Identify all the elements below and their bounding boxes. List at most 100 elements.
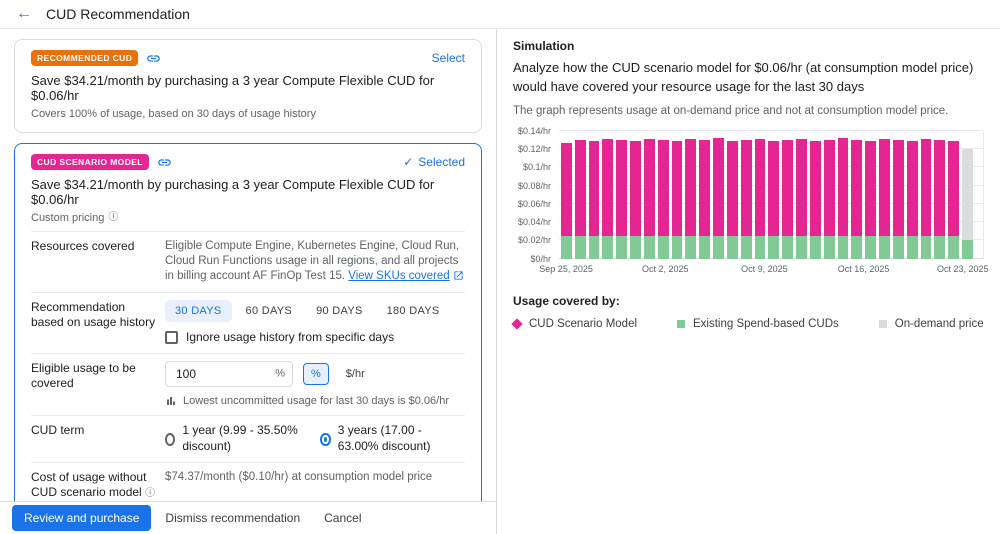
bar-segment: [768, 236, 779, 259]
usage-history-tabs: 30 DAYS 60 DAYS 90 DAYS 180 DAYS: [165, 300, 465, 323]
bar-segment: [561, 143, 572, 236]
usage-bar: [630, 131, 641, 259]
bar-segment: [658, 236, 669, 259]
bar-segment: [879, 139, 890, 236]
cud-term-label: CUD term: [31, 423, 157, 455]
usage-bar: [921, 131, 932, 259]
y-tick-label: $0.1/hr: [513, 162, 551, 172]
bar-segment: [921, 236, 932, 259]
bar-segment: [948, 141, 959, 236]
bar-segment: [713, 236, 724, 259]
unit-percent-toggle[interactable]: %: [303, 363, 329, 386]
usage-bar: [865, 131, 876, 259]
bar-segment: [921, 139, 932, 236]
review-and-purchase-button[interactable]: Review and purchase: [12, 505, 151, 531]
simulation-title: Simulation: [513, 39, 984, 53]
bar-segment: [838, 138, 849, 236]
bar-segment: [796, 236, 807, 259]
tab-90-days[interactable]: 90 DAYS: [306, 300, 373, 323]
usage-bar: [713, 131, 724, 259]
y-tick-label: $0/hr: [513, 254, 551, 264]
bar-segment: [575, 236, 586, 259]
usage-chart: $0/hr$0.02/hr$0.04/hr$0.06/hr$0.08/hr$0.…: [513, 131, 984, 278]
y-tick-label: $0.04/hr: [513, 217, 551, 227]
tab-60-days[interactable]: 60 DAYS: [236, 300, 303, 323]
ignore-usage-checkbox-label: Ignore usage history from specific days: [186, 330, 394, 346]
resources-covered-row: Resources covered Eligible Compute Engin…: [31, 231, 465, 292]
select-button[interactable]: Select: [432, 51, 465, 65]
bar-segment: [644, 139, 655, 236]
bar-segment: [879, 236, 890, 259]
x-tick-label: Sep 25, 2025: [539, 264, 593, 274]
bar-segment: [838, 236, 849, 259]
bar-segment: [630, 141, 641, 236]
selected-indicator[interactable]: ✓ Selected: [403, 155, 465, 169]
usage-bar: [948, 131, 959, 259]
info-icon[interactable]: ⓘ: [108, 213, 118, 223]
term-1-year-option[interactable]: 1 year (9.99 - 35.50% discount): [165, 423, 300, 455]
cost-without-row: Cost of usage without CUD scenario model…: [31, 462, 465, 501]
cost-without-label-text: Cost of usage without CUD scenario model: [31, 470, 146, 499]
eligible-usage-input[interactable]: [165, 361, 293, 387]
recommendation-panel: RECOMMENDED CUD Select Save $34.21/month…: [0, 29, 497, 534]
tab-30-days[interactable]: 30 DAYS: [165, 300, 232, 323]
y-tick-label: $0.12/hr: [513, 144, 551, 154]
view-skus-link[interactable]: View SKUs covered: [348, 270, 449, 282]
tab-180-days[interactable]: 180 DAYS: [377, 300, 450, 323]
usage-bar: [755, 131, 766, 259]
usage-history-label: Recommendation based on usage history: [31, 300, 157, 346]
bar-segment: [644, 236, 655, 259]
bar-segment: [727, 236, 738, 259]
dismiss-recommendation-button[interactable]: Dismiss recommendation: [155, 505, 310, 531]
cud-scenario-card: CUD SCENARIO MODEL ✓ Selected Save $34.2…: [14, 143, 482, 501]
usage-bar: [782, 131, 793, 259]
recommendation-scroll-area: RECOMMENDED CUD Select Save $34.21/month…: [0, 29, 496, 501]
radio-unchecked-icon: [165, 433, 175, 446]
cud-scenario-badge: CUD SCENARIO MODEL: [31, 154, 149, 170]
bar-segment: [865, 236, 876, 259]
recommended-cud-subtitle: Covers 100% of usage, based on 30 days o…: [31, 108, 465, 120]
bar-segment: [685, 139, 696, 236]
bar-segment: [672, 236, 683, 259]
external-link-icon[interactable]: [453, 270, 464, 281]
usage-history-row: Recommendation based on usage history 30…: [31, 292, 465, 353]
bar-segment: [962, 149, 973, 240]
bar-segment: [962, 240, 973, 258]
selected-label: Selected: [418, 155, 465, 169]
bar-segment: [630, 236, 641, 259]
link-icon[interactable]: [146, 51, 161, 66]
page-title: CUD Recommendation: [46, 6, 190, 22]
legend-label: CUD Scenario Model: [529, 318, 637, 330]
bar-segment: [893, 236, 904, 259]
y-tick-label: $0.14/hr: [513, 126, 551, 136]
link-icon[interactable]: [157, 155, 172, 170]
bar-segment: [934, 236, 945, 259]
ignore-usage-checkbox[interactable]: [165, 331, 178, 344]
info-icon[interactable]: ⓘ: [145, 488, 155, 499]
chart-plot-column: Sep 25, 2025Oct 2, 2025Oct 9, 2025Oct 16…: [559, 131, 984, 278]
unit-dollar-toggle[interactable]: $/hr: [339, 364, 372, 385]
custom-pricing-label: Custom pricing: [31, 212, 104, 224]
simulation-description: Analyze how the CUD scenario model for $…: [513, 59, 984, 97]
usage-bar: [838, 131, 849, 259]
x-tick-label: Oct 23, 2025: [937, 264, 989, 274]
usage-bar: [879, 131, 890, 259]
usage-bar: [699, 131, 710, 259]
bar-segment: [824, 236, 835, 259]
bar-segment: [589, 141, 600, 236]
term-3-years-option[interactable]: 3 years (17.00 - 63.00% discount): [320, 423, 465, 455]
usage-bar: [851, 131, 862, 259]
bar-segment: [755, 236, 766, 259]
usage-bar: [796, 131, 807, 259]
x-tick-label: Oct 16, 2025: [838, 264, 890, 274]
usage-bar: [685, 131, 696, 259]
back-arrow-icon[interactable]: ←: [16, 6, 32, 22]
radio-checked-icon: [320, 433, 330, 446]
cancel-button[interactable]: Cancel: [314, 505, 371, 531]
bar-segment: [768, 141, 779, 236]
bar-chart-icon: [165, 395, 177, 407]
bar-segment: [755, 139, 766, 236]
y-tick-label: $0.08/hr: [513, 181, 551, 191]
lowest-usage-hint: Lowest uncommitted usage for last 30 day…: [183, 394, 449, 409]
bar-segment: [907, 141, 918, 236]
